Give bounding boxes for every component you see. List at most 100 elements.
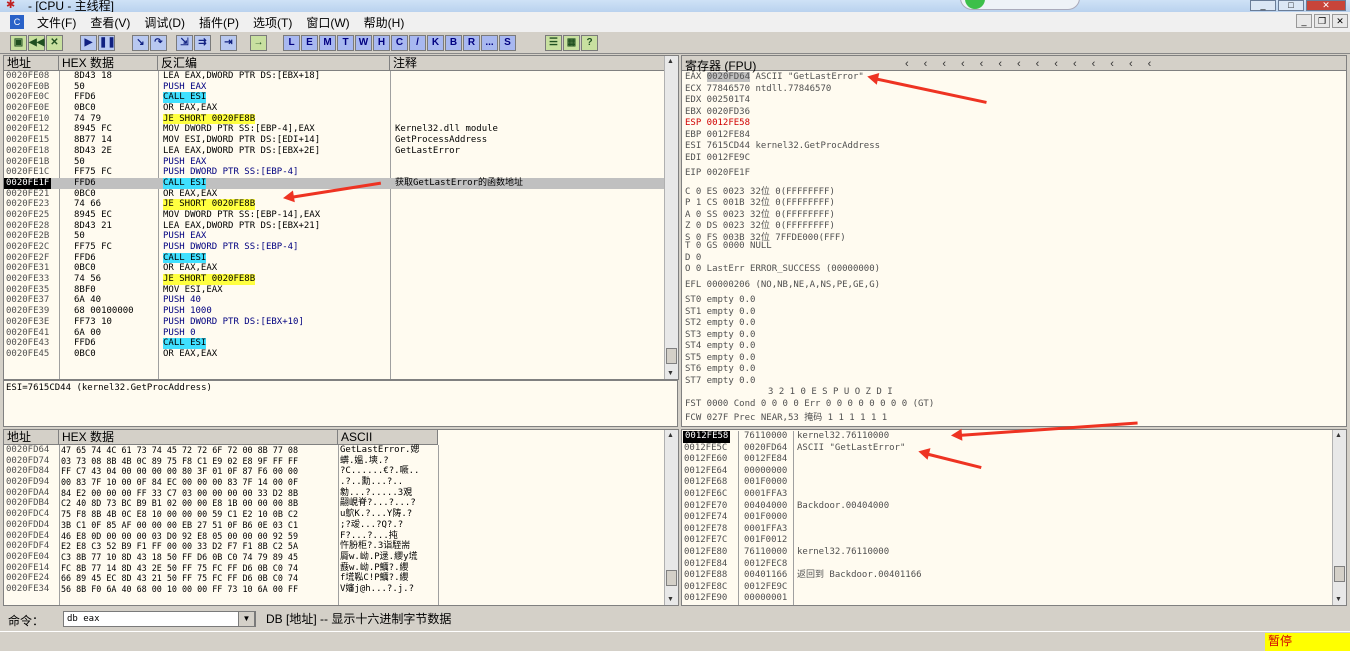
disasm-scroll-thumb[interactable] bbox=[666, 348, 677, 364]
dump-row[interactable]: 0020FDC4 75 F8 8B 4B 0C E8 10 00 00 00 59… bbox=[4, 509, 678, 520]
stack-row[interactable]: 0012FE7C 001F0012 bbox=[682, 535, 1346, 547]
dump-row[interactable]: 0020FDF4 E2 E8 C3 52 B9 F1 FF 00 00 33 D2… bbox=[4, 541, 678, 552]
maximize-button[interactable]: □ bbox=[1278, 0, 1304, 11]
dump-col-hex[interactable]: HEX 数据 bbox=[59, 430, 338, 445]
disasm-col-hex[interactable]: HEX 数据 bbox=[59, 56, 158, 71]
references-window-button[interactable]: R bbox=[463, 35, 480, 51]
minimize-button[interactable]: _ bbox=[1250, 0, 1276, 11]
dump-row[interactable]: 0020FE34 56 8B F0 6A 40 68 00 10 00 00 FF… bbox=[4, 584, 678, 595]
memory-window-button[interactable]: M bbox=[319, 35, 336, 51]
dump-row[interactable]: 0020FD74 03 73 08 8B 4B 0C 89 75 F8 C1 E9… bbox=[4, 456, 678, 467]
register-line[interactable]: 3 2 1 0 E S P U O Z D I bbox=[768, 387, 893, 397]
log-window-button[interactable]: L bbox=[283, 35, 300, 51]
register-line[interactable]: EDI 0012FE9C bbox=[685, 153, 750, 163]
disasm-rows[interactable]: 0020FE08 8D43 18 LEA EAX,DWORD PTR DS:[EBX… bbox=[4, 71, 678, 360]
register-line[interactable]: FCW 027F Prec NEAR,53 掩码 1 1 1 1 1 1 bbox=[685, 410, 887, 423]
disasm-row[interactable]: 0020FE41 6A 00 PUSH 0 bbox=[4, 328, 678, 339]
disasm-row[interactable]: 0020FE43 FFD6 CALL ESI bbox=[4, 338, 678, 349]
cpu-window-button[interactable]: C bbox=[391, 35, 408, 51]
step-into-icon[interactable]: ↘ bbox=[132, 35, 149, 51]
dump-rows[interactable]: 0020FD64 47 65 74 4C 61 73 74 45 72 72 6F… bbox=[4, 445, 678, 595]
stack-row[interactable]: 0012FE5C 0020FD64 ASCII "GetLastError" bbox=[682, 443, 1346, 455]
stack-row[interactable]: 0012FE8C 0012FE9C bbox=[682, 582, 1346, 594]
disasm-row[interactable]: 0020FE33 74 56 JE SHORT 0020FE8B bbox=[4, 274, 678, 285]
stack-row[interactable]: 0012FE78 0001FFA3 bbox=[682, 524, 1346, 536]
menu-options[interactable]: 选项(T) bbox=[246, 14, 299, 31]
register-line[interactable]: ST0 empty 0.0 bbox=[685, 295, 755, 305]
dump-row[interactable]: 0020FD84 FF C7 43 04 00 00 00 00 80 3F 01… bbox=[4, 466, 678, 477]
dump-row[interactable]: 0020FE14 FC 8B 77 14 8D 43 2E 50 FF 75 FC… bbox=[4, 563, 678, 574]
mdi-close-button[interactable]: ✕ bbox=[1332, 14, 1348, 28]
disasm-scrollbar[interactable]: ▲ ▼ bbox=[664, 56, 678, 379]
mdi-restore-button[interactable]: ❐ bbox=[1314, 14, 1330, 28]
dump-row[interactable]: 0020FE04 C3 8B 77 10 8D 43 18 50 FF D6 0B… bbox=[4, 552, 678, 563]
disasm-row[interactable]: 0020FE0B 50 PUSH EAX bbox=[4, 82, 678, 93]
help-icon[interactable]: ? bbox=[581, 35, 598, 51]
register-line[interactable]: ECX 77846570 ntdll.77846570 bbox=[685, 84, 831, 94]
register-line[interactable]: D 0 bbox=[685, 253, 701, 263]
close-program-icon[interactable]: ✕ bbox=[46, 35, 63, 51]
stack-rows[interactable]: 0012FE58 76110000 kernel32.76110000 0012FE5… bbox=[682, 431, 1346, 605]
stack-row[interactable]: 0012FE90 00000001 bbox=[682, 593, 1346, 605]
menu-help[interactable]: 帮助(H) bbox=[357, 14, 412, 31]
disasm-col-comment[interactable]: 注释 bbox=[390, 56, 666, 71]
register-scroll-arrows[interactable]: ‹‹‹‹‹‹‹‹‹‹‹‹‹‹ bbox=[905, 58, 1166, 70]
step-over-icon[interactable]: ↷ bbox=[150, 35, 167, 51]
register-line[interactable]: EDX 002501T4 bbox=[685, 95, 750, 105]
disassembly-pane[interactable]: 地址 HEX 数据 反汇编 注释 0020FE08 8D43 18 LEA EAX,… bbox=[3, 55, 679, 380]
menu-debug[interactable]: 调试(D) bbox=[137, 14, 192, 31]
register-line[interactable]: ST2 empty 0.0 bbox=[685, 318, 755, 328]
mdi-minimize-button[interactable]: _ bbox=[1296, 14, 1312, 28]
stack-row[interactable]: 0012FE74 001F0000 bbox=[682, 512, 1346, 524]
stack-pane[interactable]: 0012FE58 76110000 kernel32.76110000 0012FE5… bbox=[681, 429, 1347, 606]
disasm-col-addr[interactable]: 地址 bbox=[4, 56, 59, 71]
register-line[interactable]: EBP 0012FE84 bbox=[685, 130, 750, 140]
stack-row[interactable]: 0012FE60 0012FE84 bbox=[682, 454, 1346, 466]
menu-plugins[interactable]: 插件(P) bbox=[192, 14, 246, 31]
appearance-icon[interactable]: ▦ bbox=[563, 35, 580, 51]
pause-icon[interactable]: ❚❚ bbox=[98, 35, 116, 51]
run-icon[interactable]: ▶ bbox=[80, 35, 97, 51]
menu-file[interactable]: 文件(F) bbox=[30, 14, 83, 31]
disasm-row[interactable]: 0020FE3E FF73 10 PUSH DWORD PTR DS:[EBX+10… bbox=[4, 317, 678, 328]
disasm-row[interactable]: 0020FE15 8B77 14 MOV ESI,DWORD PTR DS:[EDI… bbox=[4, 135, 678, 146]
disasm-row[interactable]: 0020FE1B 50 PUSH EAX bbox=[4, 157, 678, 168]
register-line[interactable]: EFL 00000206 (NO,NB,NE,A,NS,PE,GE,G) bbox=[685, 280, 880, 290]
disasm-row[interactable]: 0020FE23 74 66 JE SHORT 0020FE8B bbox=[4, 199, 678, 210]
dump-row[interactable]: 0020FDD4 3B C1 0F 85 AF 00 00 00 EB 27 51… bbox=[4, 520, 678, 531]
stack-row[interactable]: 0012FE80 76110000 kernel32.76110000 bbox=[682, 547, 1346, 559]
register-line[interactable]: ESI 7615CD44 kernel32.GetProcAddress bbox=[685, 141, 880, 151]
stack-scroll-thumb[interactable] bbox=[1334, 566, 1345, 582]
open-icon[interactable]: ▣ bbox=[10, 35, 27, 51]
stack-row[interactable]: 0012FE68 001F0000 bbox=[682, 477, 1346, 489]
register-line[interactable]: ST1 empty 0.0 bbox=[685, 307, 755, 317]
register-line[interactable]: ESP 0012FE58 bbox=[685, 118, 750, 128]
stack-row[interactable]: 0012FE64 00000000 bbox=[682, 466, 1346, 478]
dump-col-addr[interactable]: 地址 bbox=[4, 430, 59, 445]
register-line[interactable]: ST3 empty 0.0 bbox=[685, 330, 755, 340]
trace-into-icon[interactable]: ⇲ bbox=[176, 35, 193, 51]
menu-window[interactable]: 窗口(W) bbox=[299, 14, 356, 31]
disasm-row[interactable]: 0020FE39 68 00100000 PUSH 1000 bbox=[4, 306, 678, 317]
stack-scrollbar[interactable]: ▲ ▼ bbox=[1332, 430, 1346, 605]
dump-row[interactable]: 0020FDA4 84 E2 00 00 00 FF 33 C7 03 00 00… bbox=[4, 488, 678, 499]
disasm-row[interactable]: 0020FE0E 0BC0 OR EAX,EAX bbox=[4, 103, 678, 114]
stack-row[interactable]: 0012FE6C 0001FFA3 bbox=[682, 489, 1346, 501]
windows-window-button[interactable]: W bbox=[355, 35, 372, 51]
stack-row[interactable]: 0012FE88 00401166 返回到 Backdoor.00401166 bbox=[682, 570, 1346, 582]
dump-row[interactable]: 0020FDE4 46 E8 0D 00 00 00 03 D0 92 E8 05… bbox=[4, 531, 678, 542]
goto-icon[interactable]: → bbox=[250, 35, 267, 51]
disasm-row[interactable]: 0020FE2B 50 PUSH EAX bbox=[4, 231, 678, 242]
patches-window-button[interactable]: / bbox=[409, 35, 426, 51]
disasm-row[interactable]: 0020FE18 8D43 2E LEA EAX,DWORD PTR DS:[EBX… bbox=[4, 146, 678, 157]
execute-till-return-icon[interactable]: ⇥ bbox=[220, 35, 237, 51]
breakpoints-window-button[interactable]: B bbox=[445, 35, 462, 51]
disasm-row[interactable]: 0020FE2C FF75 FC PUSH DWORD PTR SS:[EBP-4] bbox=[4, 242, 678, 253]
dump-pane[interactable]: 地址 HEX 数据 ASCII 0020FD64 47 65 74 4C 61 7… bbox=[3, 429, 679, 606]
dump-scrollbar[interactable]: ▲ ▼ bbox=[664, 430, 678, 605]
disasm-col-disasm[interactable]: 反汇编 bbox=[158, 56, 390, 71]
disasm-row[interactable]: 0020FE28 8D43 21 LEA EAX,DWORD PTR DS:[EBX… bbox=[4, 221, 678, 232]
dump-scroll-thumb[interactable] bbox=[666, 570, 677, 586]
register-line[interactable]: FST 0000 Cond 0 0 0 0 Err 0 0 0 0 0 0 0 … bbox=[685, 399, 934, 409]
dump-row[interactable]: 0020FDB4 C2 40 8D 73 BC B9 B1 02 00 00 E8… bbox=[4, 498, 678, 509]
